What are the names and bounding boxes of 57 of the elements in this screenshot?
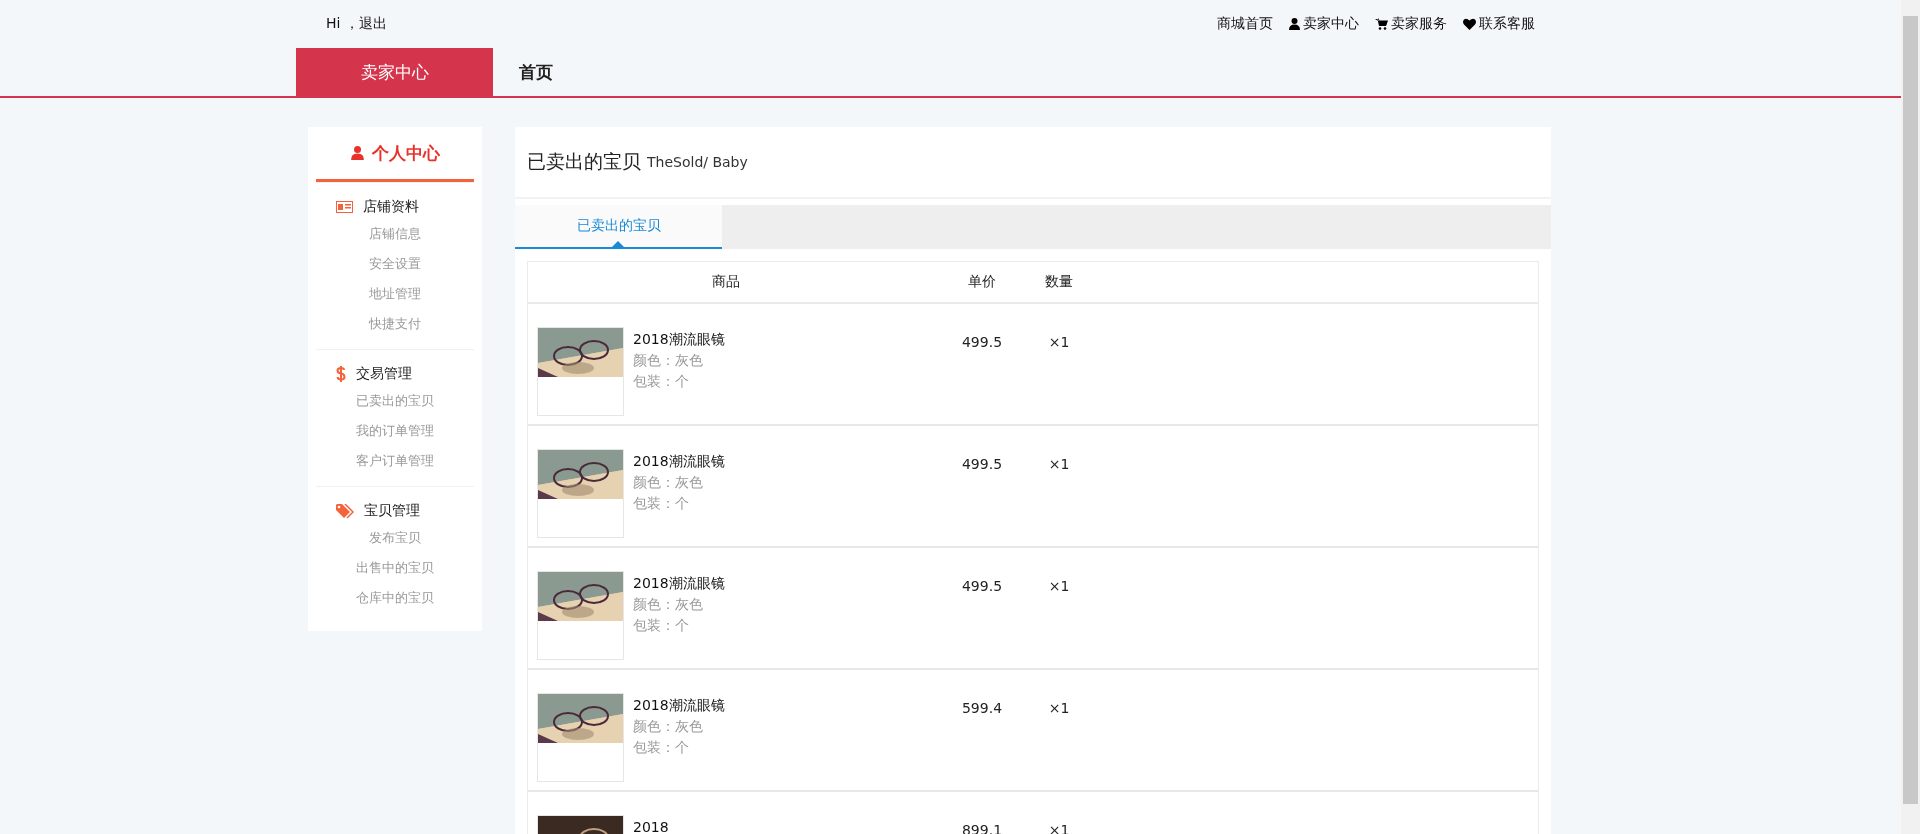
sidebar-item[interactable]: 仓库中的宝贝 [316,583,474,613]
sidebar-group-label: 宝贝管理 [364,502,420,520]
heart-icon [1463,18,1476,30]
page-subtitle: TheSold/ Baby [647,154,748,170]
sidebar-item[interactable]: 店铺信息 [316,219,474,249]
product-package: 包装：个 [633,372,690,391]
price-cell-text: 599.4 [960,699,1004,718]
user-icon [1289,18,1300,30]
sidebar-group-label: 交易管理 [356,365,412,383]
product-name: 2018潮流眼镜 [633,330,725,349]
column-header: 数量 [1044,273,1074,291]
caret-icon [612,241,624,247]
product-name: 2018 [633,818,669,834]
quantity-cell-text: ×1 [1047,455,1071,474]
sidebar-item[interactable]: 快捷支付 [316,309,474,339]
product-color: 颜色：灰色 [633,351,704,370]
sidebar-item[interactable]: 发布宝贝 [316,523,474,553]
product-color: 颜色：灰色 [633,595,704,614]
quantity-cell-text: ×1 [1047,333,1071,352]
greeting-logout-link[interactable]: Hi ，退出 [326,15,387,33]
product-name: 2018潮流眼镜 [633,696,725,715]
sidebar-item[interactable]: 出售中的宝贝 [316,553,474,583]
content-tab[interactable]: 已卖出的宝贝 [515,205,722,249]
product-name: 2018潮流眼镜 [633,574,725,593]
nav-tab[interactable]: 卖家中心 [296,48,493,96]
top-link[interactable]: 商城首页 [1217,15,1273,33]
cart-icon [1375,18,1388,30]
price-cell-text: 499.5 [960,333,1004,352]
top-link[interactable]: 卖家服务 [1375,15,1447,33]
dollar-icon [336,366,346,382]
tags-icon [336,503,354,519]
id-card-icon [336,201,353,213]
product-package: 包装：个 [633,616,690,635]
user-icon [350,146,364,160]
page-title: 已卖出的宝贝 [527,149,641,174]
price-cell-text: 499.5 [960,455,1004,474]
column-header: 商品 [710,273,741,291]
sidebar-title-text: 个人中心 [371,141,440,165]
nav-tab[interactable]: 首页 [493,48,579,96]
top-link[interactable]: 卖家中心 [1289,15,1359,33]
quantity-cell-text: ×1 [1047,699,1071,718]
sidebar-item[interactable]: 客户订单管理 [316,446,474,476]
price-cell-text: 499.5 [960,577,1004,596]
column-header: 单价 [967,273,997,291]
product-package: 包装：个 [633,494,690,513]
sidebar-group-label: 店铺资料 [363,198,419,216]
product-package: 包装：个 [633,738,690,757]
sidebar-item[interactable]: 已卖出的宝贝 [316,386,474,416]
sidebar-item[interactable]: 我的订单管理 [316,416,474,446]
scrollbar[interactable] [1901,0,1920,834]
product-color: 颜色：灰色 [633,717,704,736]
top-link[interactable]: 联系客服 [1463,15,1535,33]
quantity-cell-text: ×1 [1047,577,1071,596]
sidebar-item[interactable]: 地址管理 [316,279,474,309]
sidebar-item[interactable]: 安全设置 [316,249,474,279]
product-name: 2018潮流眼镜 [633,452,725,471]
product-color: 颜色：灰色 [633,473,704,492]
